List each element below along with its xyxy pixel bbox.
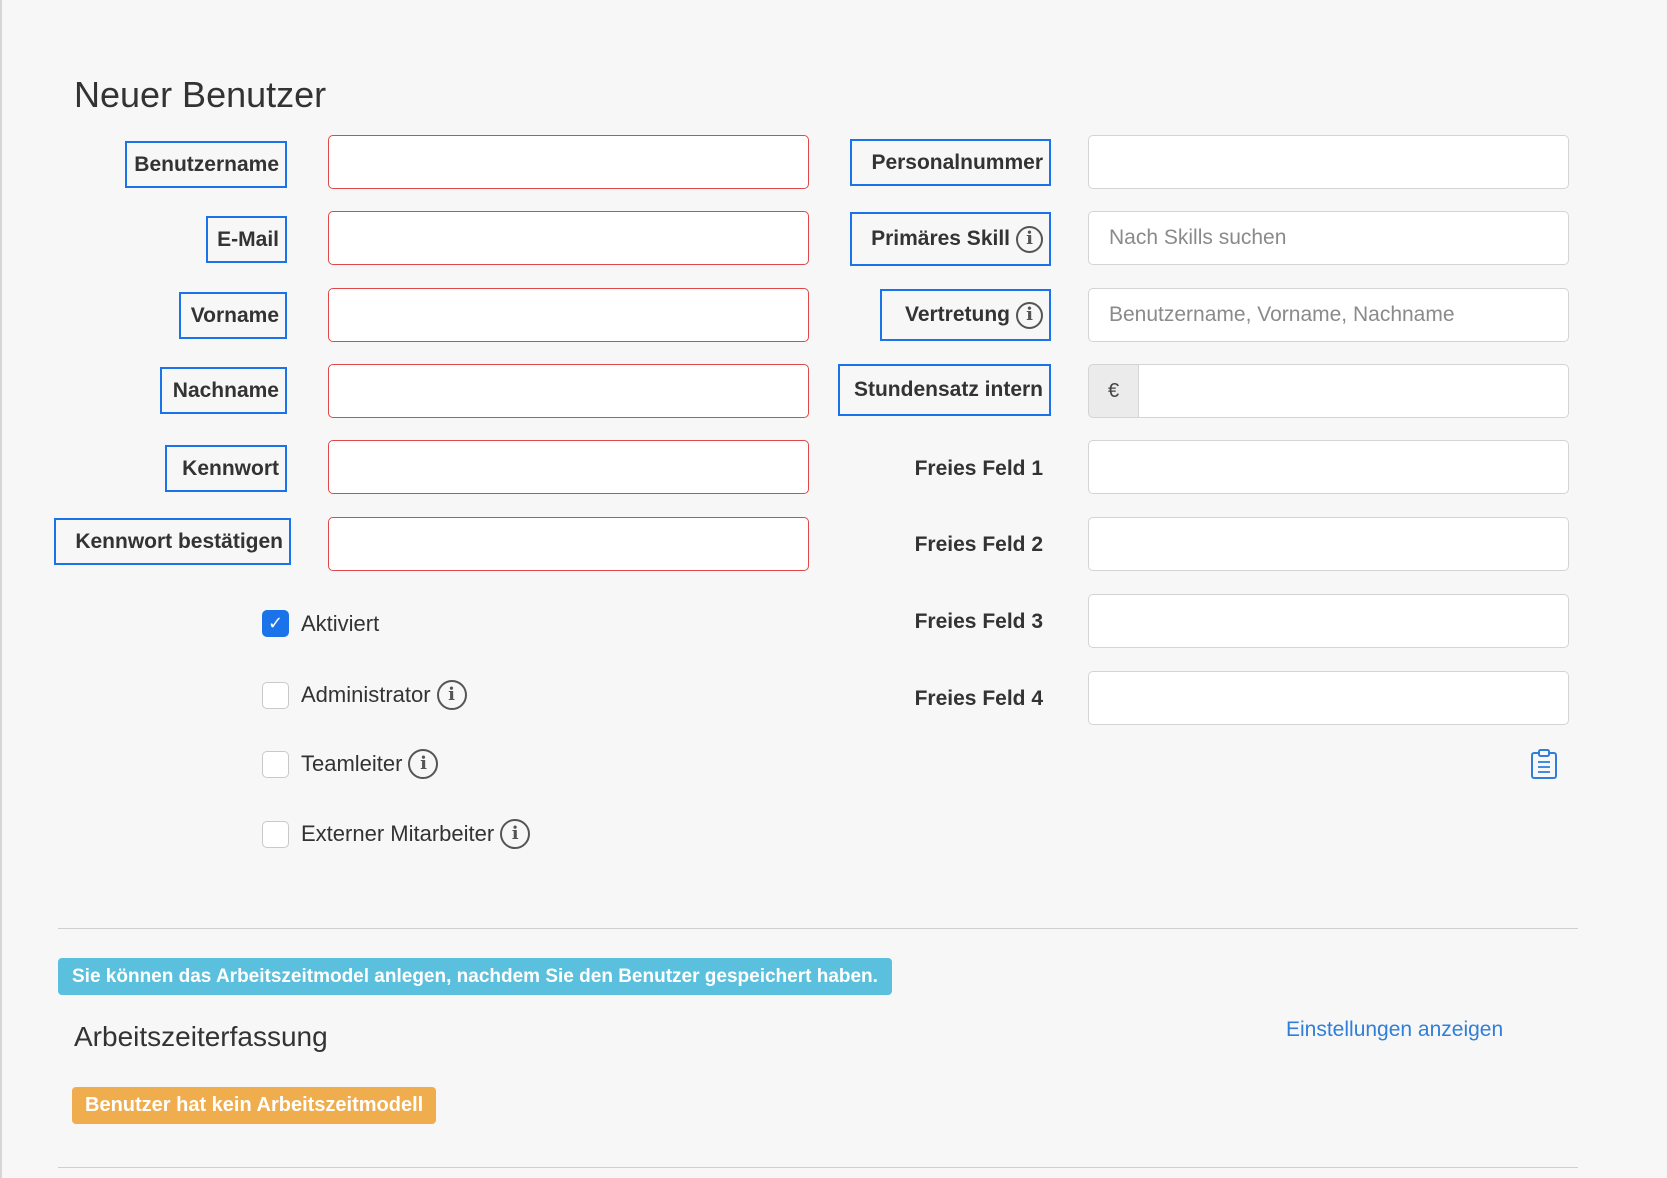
freies-feld-1-input[interactable] (1088, 440, 1569, 494)
checkbox-aktiviert[interactable]: ✓ Aktiviert (262, 610, 379, 637)
divider (58, 928, 1578, 929)
label-freies-feld-4: Freies Feld 4 (880, 675, 1051, 722)
info-icon[interactable]: i (500, 819, 531, 849)
label-text: Kennwort bestätigen (75, 529, 283, 553)
freies-feld-4-input[interactable] (1088, 671, 1569, 725)
freies-feld-2-input[interactable] (1088, 517, 1569, 571)
label-text: E-Mail (217, 227, 279, 251)
label-text: Stundensatz intern (853, 378, 1043, 401)
label-vertretung: Vertretung i (880, 289, 1051, 341)
checkbox-box[interactable] (262, 750, 289, 778)
left-border (0, 0, 2, 1178)
checkbox-label: Externer Mitarbeiter (301, 821, 495, 846)
label-freies-feld-1: Freies Feld 1 (880, 445, 1051, 492)
info-icon[interactable]: i (1016, 301, 1043, 329)
label-stundensatz-intern: Stundensatz intern (838, 364, 1051, 416)
freies-feld-3-input[interactable] (1088, 594, 1569, 648)
label-text: Kennwort (182, 456, 279, 480)
nachname-input[interactable] (328, 364, 809, 418)
label-text: Freies Feld 1 (914, 456, 1043, 480)
kennwort-bestaetigen-input[interactable] (328, 517, 809, 571)
info-banner: Sie können das Arbeitszeitmodel anlegen,… (58, 958, 892, 995)
label-personalnummer: Personalnummer (850, 139, 1051, 186)
section-title-arbeitszeiterfassung: Arbeitszeiterfassung (74, 1021, 328, 1052)
label-freies-feld-2: Freies Feld 2 (880, 521, 1051, 568)
skill-search-input[interactable] (1088, 211, 1569, 265)
info-icon[interactable]: i (408, 749, 439, 779)
checkbox-administrator[interactable]: Administrator i (262, 680, 467, 710)
label-kennwort: Kennwort (165, 445, 287, 492)
benutzername-input[interactable] (328, 135, 809, 189)
no-model-badge: Benutzer hat kein Arbeitszeitmodell (72, 1087, 437, 1124)
label-text: Freies Feld 2 (914, 532, 1043, 556)
check-icon[interactable]: ✓ (262, 610, 289, 637)
label-text: Freies Feld 4 (914, 686, 1043, 710)
divider (58, 1167, 1578, 1168)
label-text: Vertretung (904, 303, 1010, 326)
info-icon[interactable]: i (436, 680, 467, 710)
checkbox-label: Teamleiter (301, 751, 403, 776)
email-input[interactable] (328, 211, 809, 265)
label-primaeres-skill: Primäres Skill i (850, 212, 1051, 266)
checkbox-teamleiter[interactable]: Teamleiter i (262, 749, 439, 779)
label-text: Benutzername (134, 152, 279, 176)
label-text: Nachname (172, 378, 279, 402)
label-text: Vorname (190, 303, 279, 327)
label-email: E-Mail (206, 216, 287, 263)
page-title: Neuer Benutzer (74, 74, 327, 115)
clipboard-icon[interactable] (1530, 748, 1558, 780)
vorname-input[interactable] (328, 288, 809, 342)
checkbox-box[interactable] (262, 820, 289, 848)
settings-link[interactable]: Einstellungen anzeigen (1286, 1018, 1503, 1042)
label-vorname: Vorname (179, 292, 287, 339)
checkbox-label: Administrator (301, 682, 431, 707)
label-text: Personalnummer (871, 150, 1043, 174)
label-nachname: Nachname (160, 367, 287, 414)
currency-addon: € (1088, 364, 1138, 418)
personalnummer-input[interactable] (1088, 135, 1569, 189)
kennwort-input[interactable] (328, 440, 809, 494)
label-freies-feld-3: Freies Feld 3 (880, 598, 1051, 645)
label-text: Freies Feld 3 (914, 609, 1043, 633)
vertretung-search-input[interactable] (1088, 288, 1569, 342)
checkbox-externer-mitarbeiter[interactable]: Externer Mitarbeiter i (262, 819, 531, 849)
stundensatz-input[interactable] (1138, 364, 1569, 418)
label-benutzername: Benutzername (125, 141, 287, 188)
info-icon[interactable]: i (1016, 225, 1043, 253)
stundensatz-input-group: € (1088, 364, 1569, 418)
checkbox-box[interactable] (262, 681, 289, 709)
checkbox-label: Aktiviert (301, 610, 380, 636)
label-kennwort-bestaetigen: Kennwort bestätigen (54, 518, 291, 565)
label-text: Primäres Skill (871, 227, 1010, 250)
